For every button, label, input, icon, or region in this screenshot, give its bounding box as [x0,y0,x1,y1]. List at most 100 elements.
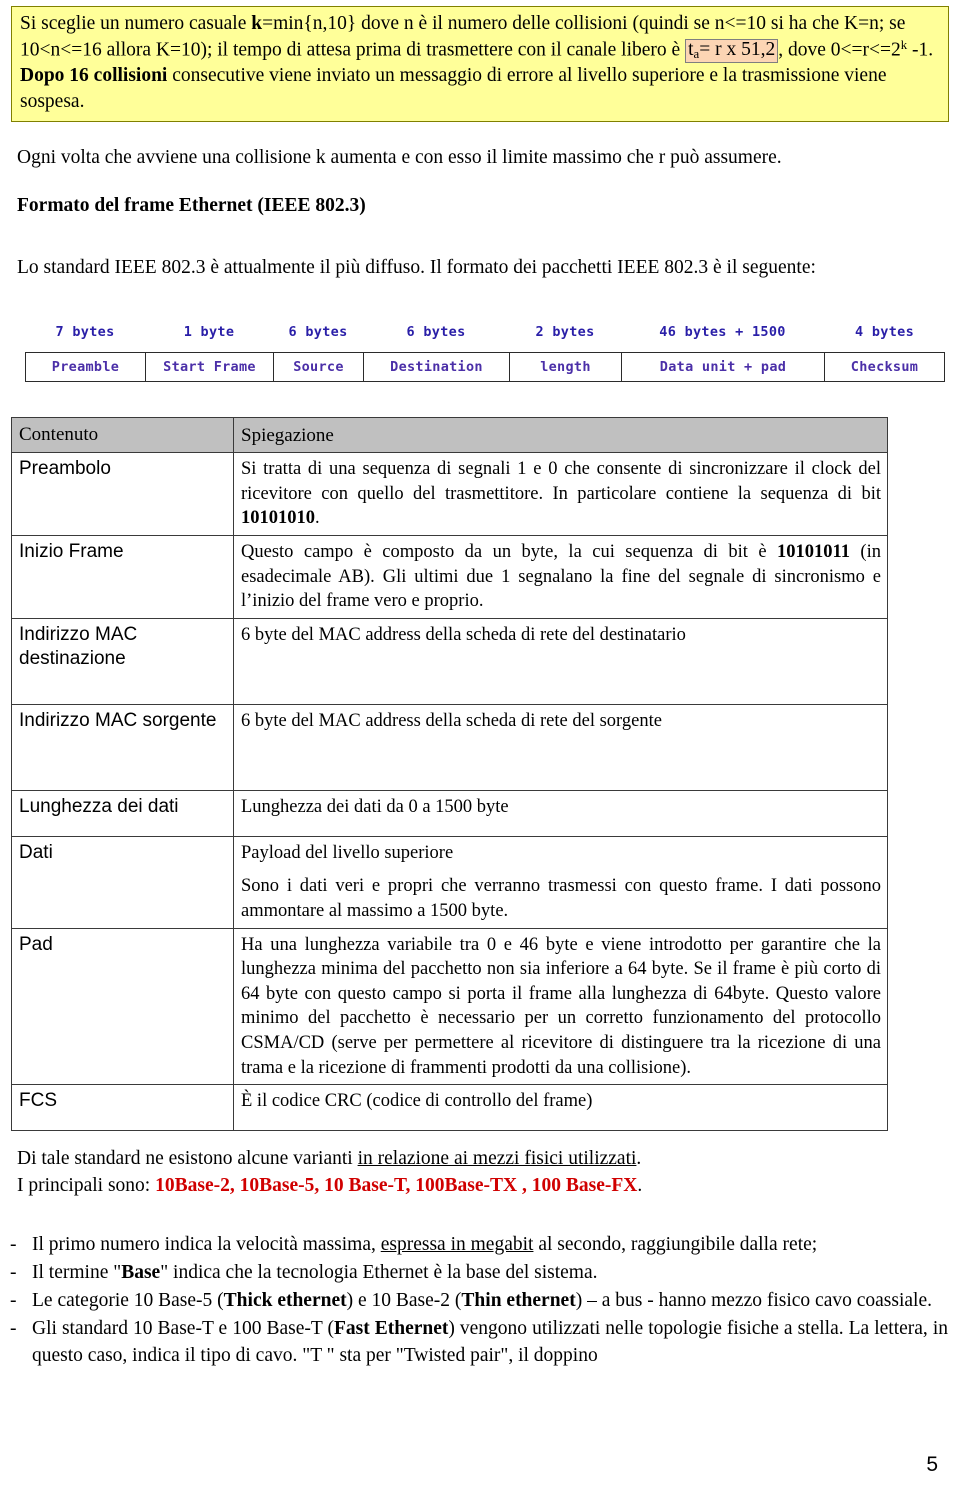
closing-text-c: I principali sono: [17,1174,156,1196]
table-row: Inizio Frame Questo campo è composto da … [11,535,888,619]
table-header-spiegazione: Spiegazione [233,416,888,454]
explanation-bullet-list: - Il primo numero indica la velocità mas… [8,1232,948,1371]
expl-bit-sequence: 10101010 [241,508,315,529]
row-expl-lunghezza-dati: Lunghezza dei dati da 0 a 1500 byte [233,789,888,837]
frame-field-start-frame: Start Frame [145,352,273,382]
closing-text-d: . [637,1174,643,1196]
row-term-dati: Dati [11,835,234,929]
bullet-text-post: " indica che la tecnologia Ethernet è la… [160,1261,598,1283]
table-row: Indirizzo MAC destinazione 6 byte del MA… [11,617,888,705]
frame-size-length: 2 bytes [535,324,595,340]
frame-size-checksum: 4 bytes [855,324,914,340]
bullet-dash-icon: - [10,1261,17,1283]
frame-field-cells-row: Preamble Start Frame Source Destination … [25,352,945,382]
frame-size-source: 6 bytes [288,324,348,340]
bullet-bold-thin-ethernet: Thin ethernet [461,1289,576,1311]
closing-text-b: . [636,1148,642,1169]
closing-line-principali: I principali sono: 10Base-2, 10Base-5, 1… [17,1173,945,1200]
row-expl-mac-destinazione: 6 byte del MAC address della scheda di r… [233,617,888,705]
row-term-mac-destinazione: Indirizzo MAC destinazione [11,617,234,705]
table-row: FCS È il codice CRC (codice di controllo… [11,1084,888,1132]
row-term-pad: Pad [11,927,234,1086]
row-expl-fcs: È il codice CRC (codice di controllo del… [233,1084,888,1132]
callout-k-variable: k [251,13,263,34]
expl-bit-sequence: 10101011 [777,542,850,563]
list-item: - Le categorie 10 Base-5 (Thick ethernet… [8,1288,948,1315]
callout-bold-dopo: Dopo 16 collisioni [20,65,168,87]
ethernet-frame-diagram: 7 bytes 1 byte 6 bytes 6 bytes 2 bytes 4… [25,320,945,392]
bullet-dash-icon: - [10,1289,17,1311]
expl-text-pre: Questo campo è composto da un byte, la c… [241,542,777,563]
row-term-fcs: FCS [11,1084,234,1132]
paragraph-ogni-volta: Ogni volta che avviene una collisione k … [17,147,782,168]
table-row: Preambolo Si tratta di una sequenza di s… [11,452,888,537]
bullet-text-pre: Il primo numero indica la velocità massi… [32,1234,381,1255]
closing-paragraph: Di tale standard ne esistono alcune vari… [17,1146,945,1199]
frame-field-preamble: Preamble [25,352,145,382]
bullet-text-pre: Il termine " [32,1261,122,1283]
frame-field-checksum: Checksum [824,352,945,382]
list-item: - Il termine "Base" indica che la tecnol… [8,1260,948,1287]
expl-text: 6 byte del MAC address della scheda di r… [241,624,686,645]
expl-text: Lunghezza dei dati da 0 a 1500 byte [241,796,509,817]
row-expl-dati: Payload del livello superiore Sono i dat… [233,835,888,929]
row-term-preambolo: Preambolo [11,452,234,537]
frame-field-data-unit: Data unit + pad [621,352,824,382]
section-heading-formato-frame: Formato del frame Ethernet (IEEE 802.3) [17,195,366,216]
table-header-contenuto: Contenuto [11,416,234,454]
bullet-text-pre: Gli standard 10 Base-T e 100 Base-T ( [32,1317,334,1339]
expl-text: 6 byte del MAC address della scheda di r… [241,710,662,731]
bullet-text-post: ) – a bus - hanno mezzo fisico cavo coas… [575,1289,933,1311]
page-number: 5 [926,1453,938,1476]
table-row: Lunghezza dei dati Lunghezza dei dati da… [11,789,888,837]
expl-text-dettaglio: Sono i dati veri e propri che verranno t… [241,876,881,922]
frame-size-preamble: 7 bytes [55,324,115,340]
callout-text-part1: Si sceglie un numero casuale [20,13,252,34]
bullet-bold-base: Base [121,1261,161,1283]
bullet-text-standard-base-t: Gli standard 10 Base-T e 100 Base-T (Fas… [32,1316,948,1370]
frame-size-destination: 6 bytes [406,324,466,340]
formula-rest: = r x 51,2 [699,39,776,61]
expl-text: È il codice CRC (codice di controllo del… [241,1091,593,1112]
frame-fields-description-table: Contenuto Spiegazione Preambolo Si tratt… [11,416,888,1132]
frame-field-destination: Destination [363,352,509,382]
expl-text-pre: Si tratta di una sequenza di segnali 1 e… [241,459,881,504]
row-term-inizio-frame: Inizio Frame [11,535,234,619]
highlight-callout-box: Si sceglie un numero casuale k=min{n,10}… [11,6,949,123]
callout-text-part4: -1. [907,39,934,61]
row-expl-pad: Ha una lunghezza variabile tra 0 e 46 by… [233,927,888,1086]
row-term-lunghezza-dati: Lunghezza dei dati [11,789,234,837]
frame-size-start-frame: 1 byte [183,324,235,340]
frame-size-labels-row: 7 bytes 1 byte 6 bytes 6 bytes 2 bytes 4… [25,320,945,344]
closing-line-varianti: Di tale standard ne esistono alcune vari… [17,1146,945,1173]
expl-text-payload: Payload del livello superiore [241,842,454,863]
frame-field-length: length [509,352,621,382]
bullet-text-post: al secondo, raggiungibile dalla rete; [533,1234,818,1255]
bullet-text-termine-base: Il termine "Base" indica che la tecnolog… [32,1260,948,1287]
expl-text: Ha una lunghezza variabile tra 0 e 46 by… [241,934,881,1078]
formula-highlight-box: ta= r x 51,2 [685,39,779,64]
bullet-text-mid: ) e 10 Base-2 ( [346,1289,462,1311]
row-expl-preambolo: Si tratta di una sequenza di segnali 1 e… [233,452,888,537]
table-row: Indirizzo MAC sorgente 6 byte del MAC ad… [11,703,888,791]
bullet-text-pre: Le categorie 10 Base-5 ( [32,1289,224,1311]
paragraph-lo-standard: Lo standard IEEE 802.3 è attualmente il … [17,257,816,278]
expl-text-post: . [315,508,320,529]
table-row: Pad Ha una lunghezza variabile tra 0 e 4… [11,927,888,1086]
row-term-mac-sorgente: Indirizzo MAC sorgente [11,703,234,791]
list-item: - Gli standard 10 Base-T e 100 Base-T (F… [8,1316,948,1370]
bullet-bold-fast-ethernet: Fast Ethernet [333,1317,449,1339]
row-expl-mac-sorgente: 6 byte del MAC address della scheda di r… [233,703,888,791]
bullet-bold-thick-ethernet: Thick ethernet [223,1289,347,1311]
closing-underlined-mezzi-fisici: in relazione ai mezzi fisici utilizzati [357,1148,637,1169]
callout-text-part3: , dove 0<=r<=2 [778,39,901,61]
row-expl-inizio-frame: Questo campo è composto da un byte, la c… [233,535,888,619]
bullet-dash-icon: - [10,1234,17,1255]
frame-size-data-unit: 46 bytes + 1500 [659,324,786,340]
bullet-text-categorie-coassiale: Le categorie 10 Base-5 (Thick ethernet) … [32,1288,948,1315]
table-row: Dati Payload del livello superiore Sono … [11,835,888,929]
bullet-text-primo-numero: Il primo numero indica la velocità massi… [32,1232,948,1259]
closing-text-a: Di tale standard ne esistono alcune vari… [17,1148,358,1169]
bullet-underlined-megabit: espressa in megabit [380,1234,534,1255]
frame-field-source: Source [273,352,363,382]
